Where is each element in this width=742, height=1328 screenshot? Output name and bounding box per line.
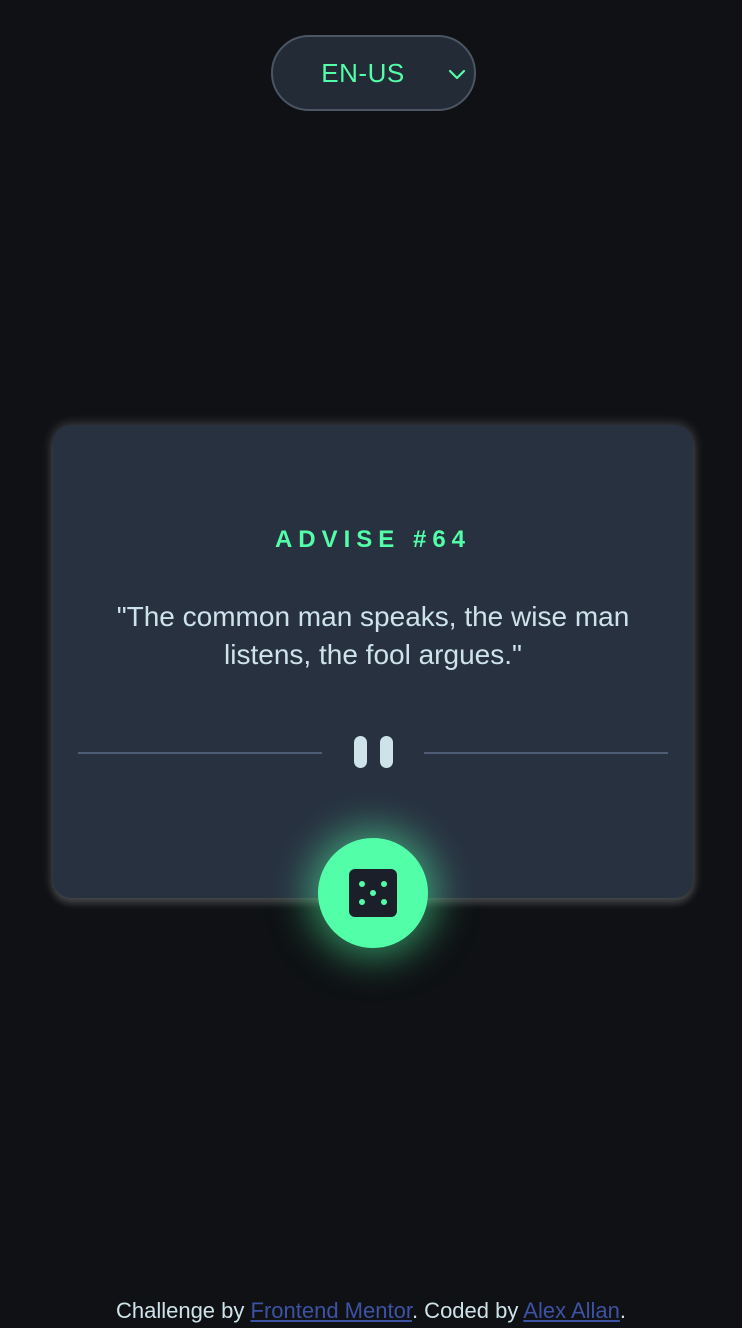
language-select[interactable]: EN-US <box>271 35 476 111</box>
divider-line-right <box>424 752 668 754</box>
advice-title: ADVISE #64 <box>274 526 472 553</box>
page: EN-US ADVISE #64 "The common man speaks,… <box>0 0 742 1328</box>
pause-icon <box>354 736 367 768</box>
chevron-down-icon <box>448 69 466 80</box>
author-link[interactable]: Alex Allan <box>523 1298 620 1323</box>
pause-icon-bar <box>380 736 393 768</box>
language-select-value: EN-US <box>321 57 405 88</box>
divider-line-left <box>78 752 322 754</box>
footer-suffix: . <box>619 1298 627 1323</box>
frontend-mentor-link[interactable]: Frontend Mentor <box>251 1298 412 1323</box>
advice-quote: "The common man speaks, the wise man lis… <box>116 601 630 670</box>
footer: Challenge by Frontend Mentor. Coded by A… <box>0 1298 742 1324</box>
advice-card: ADVISE #64 "The common man speaks, the w… <box>53 425 693 898</box>
dice-button[interactable] <box>318 838 428 948</box>
dice-icon <box>349 869 397 917</box>
footer-middle: . Coded by <box>411 1298 524 1323</box>
footer-prefix: Challenge by <box>115 1298 251 1323</box>
